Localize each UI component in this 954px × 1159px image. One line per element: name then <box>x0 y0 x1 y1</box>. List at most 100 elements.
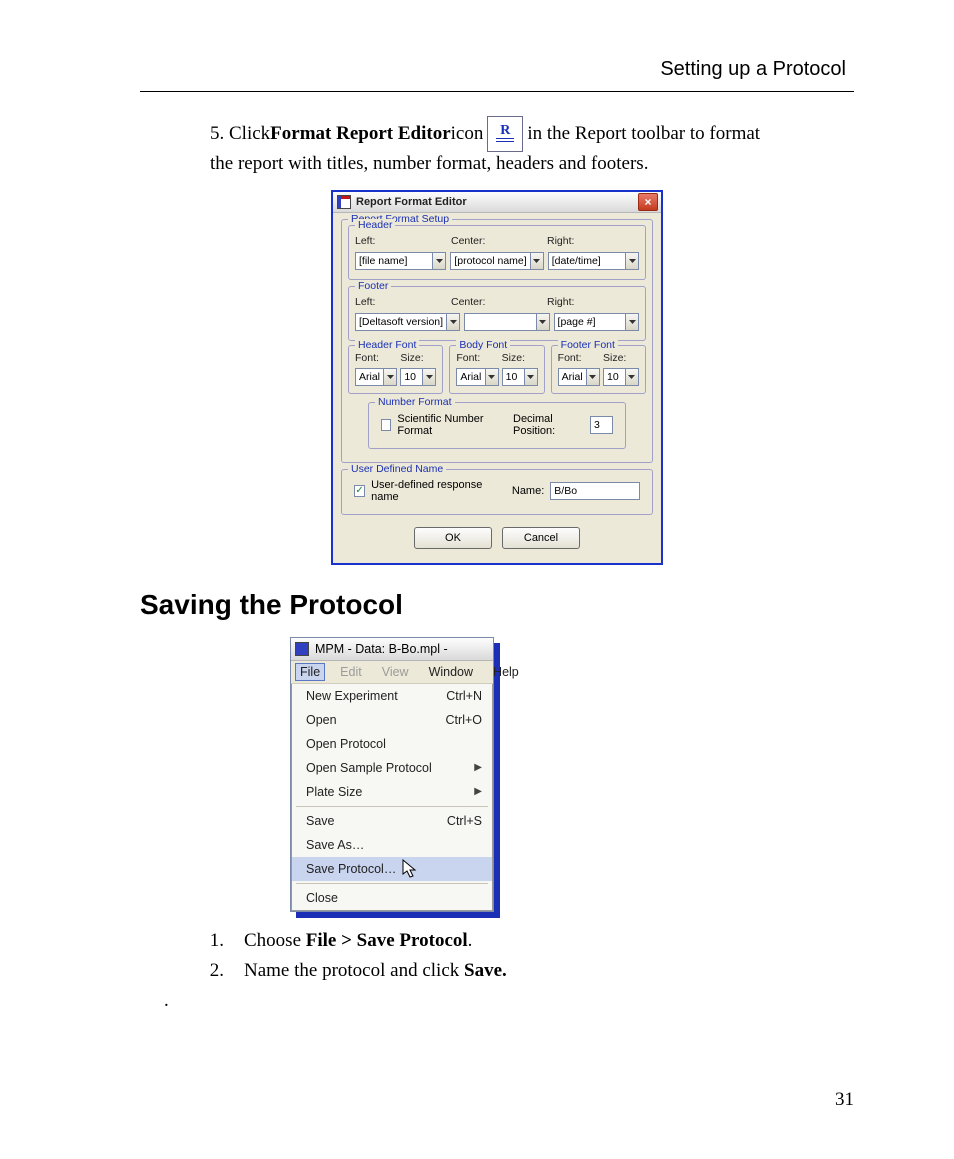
header-font-legend: Header Font <box>355 339 419 351</box>
step-number: 1. <box>200 930 224 952</box>
header-size-value: 10 <box>400 368 422 386</box>
intro-bold: Format Report Editor <box>270 122 450 146</box>
header-left-label: Left: <box>355 235 447 247</box>
intro-mid: icon <box>451 122 484 146</box>
running-head: Setting up a Protocol <box>140 58 854 91</box>
font-label: Font: <box>558 352 597 364</box>
menu-separator <box>296 806 488 807</box>
menu-help[interactable]: Help <box>488 663 524 681</box>
header-size-combo[interactable]: 10 <box>400 368 436 386</box>
font-label: Font: <box>456 352 495 364</box>
footer-font-legend: Footer Font <box>558 339 618 351</box>
chevron-down-icon[interactable] <box>536 313 550 331</box>
name-label: Name: <box>512 485 544 497</box>
size-label: Size: <box>502 352 538 364</box>
ok-button[interactable]: OK <box>414 527 492 549</box>
menu-item-save-protocol[interactable]: Save Protocol… <box>292 857 492 881</box>
menu-file[interactable]: File <box>295 663 325 681</box>
chevron-down-icon[interactable] <box>524 368 538 386</box>
chevron-down-icon[interactable] <box>625 368 639 386</box>
body-size-combo[interactable]: 10 <box>502 368 538 386</box>
menu-item-close[interactable]: Close <box>292 886 492 910</box>
chevron-down-icon[interactable] <box>485 368 499 386</box>
header-center-combo[interactable]: [protocol name] <box>450 252 543 270</box>
close-icon[interactable]: × <box>638 193 658 211</box>
header-center-label: Center: <box>451 235 543 247</box>
menu-edit[interactable]: Edit <box>335 663 367 681</box>
header-right-combo[interactable]: [date/time] <box>548 252 639 270</box>
menu-item-open-protocol[interactable]: Open Protocol <box>292 732 492 756</box>
name-value[interactable]: B/Bo <box>550 482 640 500</box>
footer-right-combo[interactable]: [page #] <box>554 313 639 331</box>
steps-list: 1. Choose File > Save Protocol. 2. Name … <box>200 930 854 982</box>
file-dropdown: New Experiment Ctrl+N Open Ctrl+O Open P… <box>291 684 493 911</box>
footer-left-combo[interactable]: [Deltasoft version] <box>355 313 460 331</box>
menu-item-new-experiment[interactable]: New Experiment Ctrl+N <box>292 684 492 708</box>
menu-item-label: Open Protocol <box>306 737 386 751</box>
header-right-label: Right: <box>547 235 639 247</box>
app-icon <box>337 195 351 209</box>
footer-group: Footer Left: Center: Right: [Deltasoft v… <box>348 286 646 341</box>
header-left-value: [file name] <box>355 252 432 270</box>
step-number: 2. <box>200 960 224 982</box>
menu-item-label: Save As… <box>306 838 364 852</box>
menu-window[interactable]: Window <box>424 663 478 681</box>
step-bold: Save. <box>464 960 507 981</box>
heading-saving-protocol: Saving the Protocol <box>140 589 854 621</box>
intro-line2: the report with titles, number format, h… <box>210 152 844 176</box>
menu-item-open-sample-protocol[interactable]: Open Sample Protocol ▶ <box>292 756 492 780</box>
footer-legend: Footer <box>355 280 391 292</box>
size-label: Size: <box>603 352 639 364</box>
menu-item-label: Open <box>306 713 337 727</box>
mpm-window: MPM - Data: B-Bo.mpl - File Edit View Wi… <box>290 637 494 912</box>
dialog-titlebar: Report Format Editor × <box>333 192 661 213</box>
menu-view[interactable]: View <box>377 663 414 681</box>
header-group: Header Left: Center: Right: [file name] <box>348 225 646 280</box>
submenu-arrow-icon: ▶ <box>474 786 482 797</box>
menu-item-plate-size[interactable]: Plate Size ▶ <box>292 780 492 804</box>
cancel-button[interactable]: Cancel <box>502 527 580 549</box>
dialog-title: Report Format Editor <box>356 196 638 208</box>
chevron-down-icon[interactable] <box>432 252 446 270</box>
menu-separator <box>296 883 488 884</box>
chevron-down-icon[interactable] <box>625 252 639 270</box>
user-defined-checkbox[interactable]: ✓ <box>354 485 365 497</box>
menu-item-label: Plate Size <box>306 785 362 799</box>
chevron-down-icon[interactable] <box>586 368 600 386</box>
header-right-value: [date/time] <box>548 252 625 270</box>
chevron-down-icon[interactable] <box>422 368 436 386</box>
header-font-combo[interactable]: Arial <box>355 368 397 386</box>
dialog-button-row: OK Cancel <box>341 521 653 557</box>
menu-item-label: Open Sample Protocol <box>306 761 432 775</box>
body-font-value: Arial <box>456 368 484 386</box>
page-number: 31 <box>835 1089 854 1111</box>
scientific-label: Scientific Number Format <box>397 413 501 437</box>
menu-item-save-as[interactable]: Save As… <box>292 833 492 857</box>
step-text: Name the protocol and click <box>244 960 464 981</box>
footer-size-combo[interactable]: 10 <box>603 368 639 386</box>
user-defined-legend: User Defined Name <box>348 463 446 475</box>
scientific-checkbox[interactable] <box>381 419 391 431</box>
dialog-figure: Report Format Editor × Report Format Set… <box>140 190 854 565</box>
footer-center-combo[interactable] <box>464 313 549 331</box>
chevron-down-icon[interactable] <box>530 252 544 270</box>
menu-item-save[interactable]: Save Ctrl+S <box>292 809 492 833</box>
user-defined-name-group: User Defined Name ✓ User-defined respons… <box>341 469 653 515</box>
menu-item-label: Save <box>306 814 335 828</box>
dialog-body: Report Format Setup Header Left: Center:… <box>333 213 661 563</box>
menu-item-open[interactable]: Open Ctrl+O <box>292 708 492 732</box>
header-left-combo[interactable]: [file name] <box>355 252 446 270</box>
chevron-down-icon[interactable] <box>383 368 397 386</box>
footer-center-value <box>464 313 535 331</box>
chevron-down-icon[interactable] <box>625 313 639 331</box>
number-format-group: Number Format Scientific Number Format D… <box>368 402 626 449</box>
intro-prefix: 5. Click <box>210 122 270 146</box>
decimal-value[interactable]: 3 <box>590 416 613 434</box>
body-font-combo[interactable]: Arial <box>456 368 498 386</box>
footer-left-label: Left: <box>355 296 447 308</box>
header-font-value: Arial <box>355 368 383 386</box>
intro-suffix1: in the Report toolbar to format <box>527 122 760 146</box>
chevron-down-icon[interactable] <box>446 313 460 331</box>
footer-size-value: 10 <box>603 368 625 386</box>
footer-font-combo[interactable]: Arial <box>558 368 600 386</box>
